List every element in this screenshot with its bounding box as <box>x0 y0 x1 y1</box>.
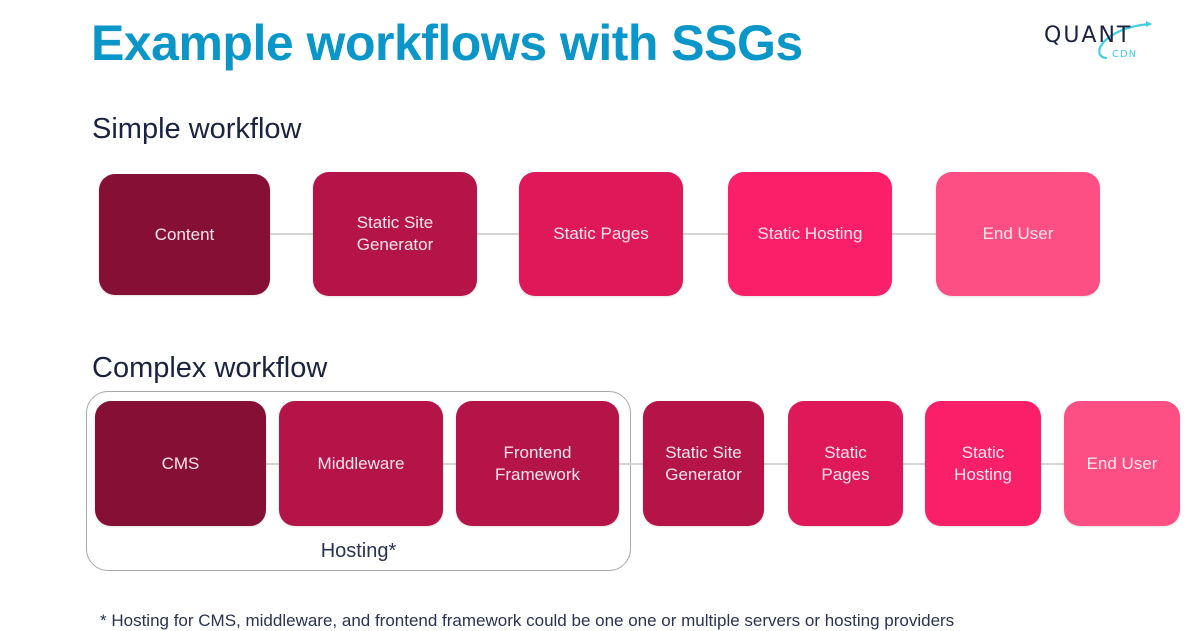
logo-main-text: QUANT <box>1044 23 1132 48</box>
hosting-group-label: Hosting* <box>320 540 397 562</box>
connector <box>683 233 728 235</box>
connector <box>477 233 519 235</box>
slide-title: Example workflows with SSGs <box>91 15 803 71</box>
step-label: Static Hosting <box>954 442 1012 484</box>
simple-step-static-site-generator: Static Site Generator <box>313 172 477 296</box>
complex-step-static-pages: Static Pages <box>788 401 903 526</box>
step-label: Static Site Generator <box>665 442 742 484</box>
simple-step-content: Content <box>99 174 270 295</box>
complex-step-cms: CMS <box>95 401 266 526</box>
footnote: * Hosting for CMS, middleware, and front… <box>100 611 955 630</box>
complex-step-static-site-generator: Static Site Generator <box>643 401 764 526</box>
step-label: Content <box>154 224 215 244</box>
complex-step-middleware: Middleware <box>279 401 443 526</box>
step-label: Static Pages <box>553 224 649 243</box>
step-label: Static Pages <box>821 442 870 484</box>
step-label: Static Site Generator <box>356 213 434 254</box>
complex-step-static-hosting: Static Hosting <box>925 401 1041 526</box>
connector <box>1041 463 1064 465</box>
quant-cdn-logo: QUANT CDN <box>1044 21 1152 60</box>
complex-step-end-user: End User <box>1064 401 1180 526</box>
connector <box>266 463 279 465</box>
step-label: Frontend Framework <box>494 442 580 484</box>
connector <box>892 233 936 235</box>
complex-step-frontend-framework: Frontend Framework <box>456 401 619 526</box>
complex-workflow-heading: Complex workflow <box>92 352 328 384</box>
connector <box>619 463 643 465</box>
simple-step-end-user: End User <box>936 172 1100 296</box>
step-label: End User <box>1086 453 1158 473</box>
connector <box>903 463 925 465</box>
step-label: Middleware <box>317 453 405 473</box>
connector <box>270 233 313 235</box>
simple-step-static-hosting: Static Hosting <box>728 172 892 296</box>
step-label: CMS <box>161 453 200 473</box>
simple-workflow-heading: Simple workflow <box>92 113 302 145</box>
logo-sub-text: CDN <box>1112 49 1137 60</box>
step-label: Static Hosting <box>757 224 863 243</box>
connector <box>443 463 456 465</box>
step-label: End User <box>982 224 1054 243</box>
simple-step-static-pages: Static Pages <box>519 172 683 296</box>
connector <box>764 463 788 465</box>
